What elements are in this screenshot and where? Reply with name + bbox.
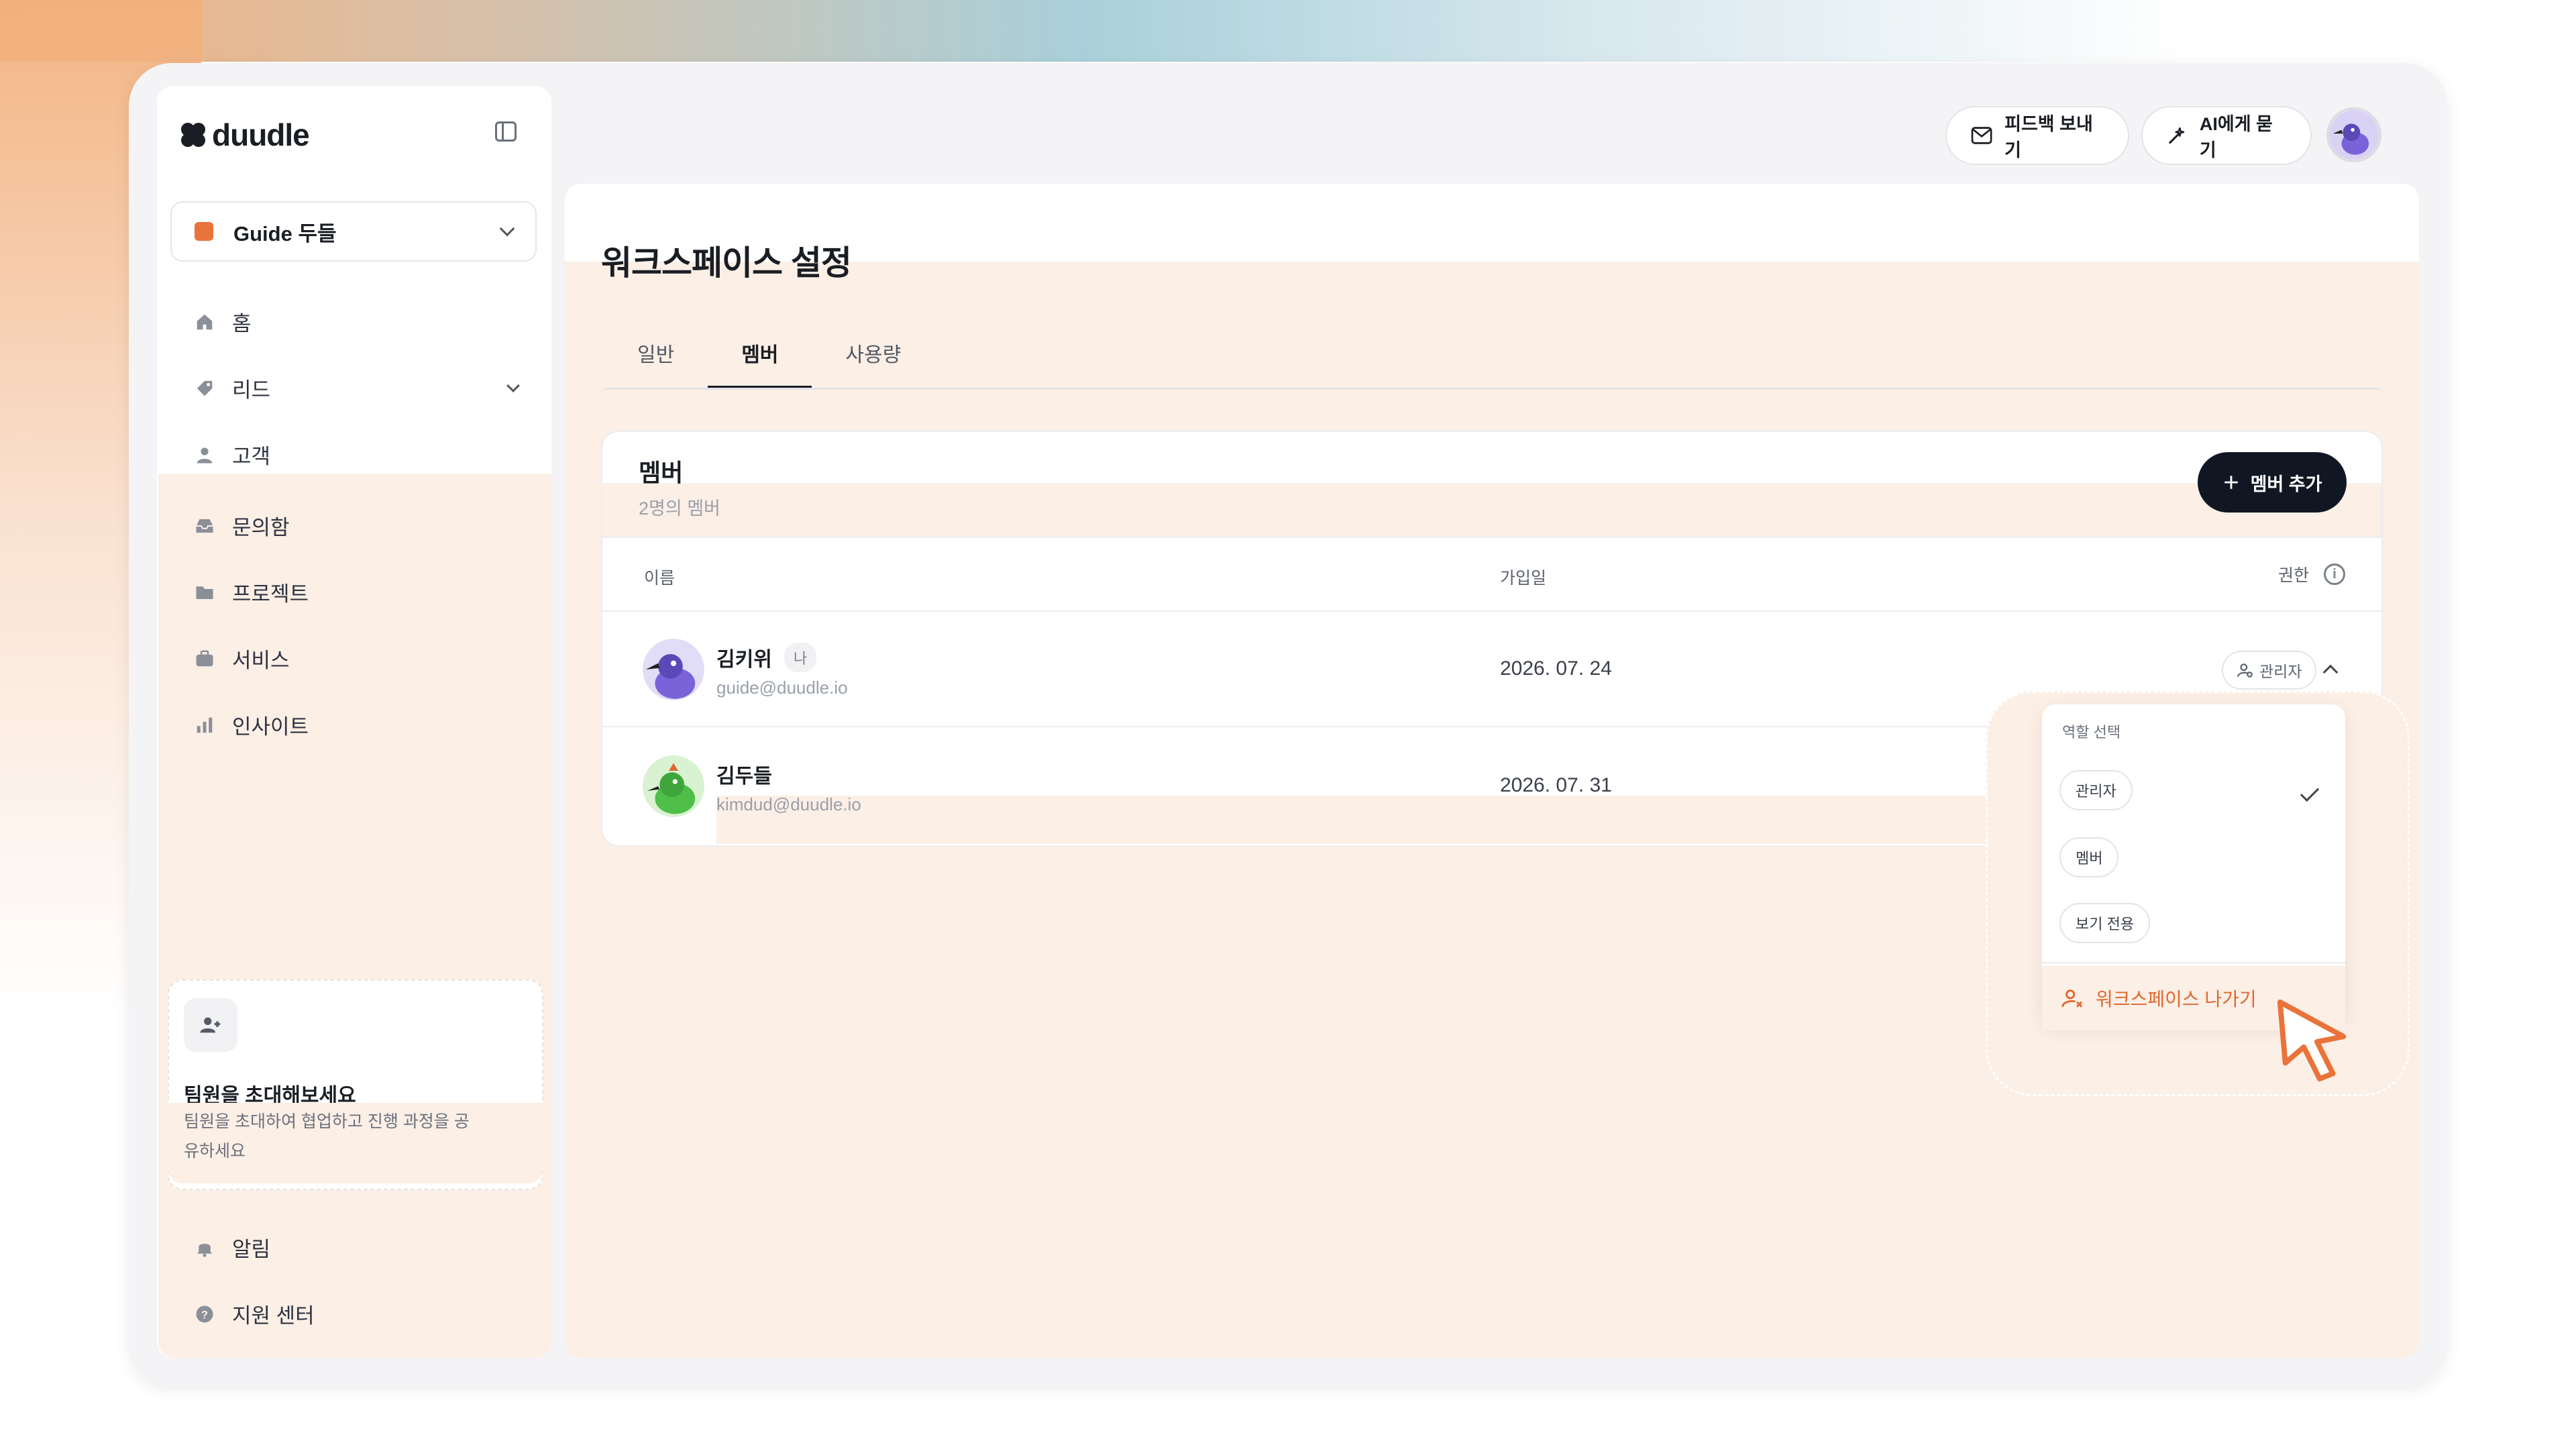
member-name-text: 김두들 xyxy=(716,765,772,788)
inbox-icon xyxy=(196,519,213,533)
briefcase-icon xyxy=(196,650,213,666)
chevron-up-icon[interactable] xyxy=(2322,664,2339,680)
member-name: 김두들 xyxy=(716,759,772,789)
plus-icon xyxy=(2224,476,2238,489)
tab-general[interactable]: 일반 xyxy=(604,327,708,388)
role-select[interactable]: 관리자 xyxy=(2222,651,2317,690)
sidebar-item-home[interactable]: 홈 xyxy=(170,288,538,355)
feedback-button[interactable]: 피드백 보내기 xyxy=(1945,106,2129,165)
role-option-viewer[interactable]: 보기 전용 xyxy=(2059,903,2151,943)
logo-icon xyxy=(181,123,205,147)
role-option-member[interactable]: 멤버 xyxy=(2059,837,2119,877)
help-icon: ? xyxy=(196,1305,213,1322)
workspace-label: Guide 두들 xyxy=(233,221,337,246)
column-name: 이름 xyxy=(644,569,676,588)
invite-description-overlay: 팀원을 초대하여 협업하고 진행 과정을 공유하세요 xyxy=(184,1112,470,1161)
logo[interactable]: duudle xyxy=(181,117,310,153)
sidebar-item-label: 서비스 xyxy=(232,649,290,672)
dino-avatar-icon xyxy=(643,755,704,817)
page-title: 워크스페이스 설정 xyxy=(601,244,852,282)
person-icon xyxy=(197,447,213,463)
sidebar-item-label: 홈 xyxy=(232,312,252,335)
avatar xyxy=(643,639,704,700)
sidebar-item-label: 리드 xyxy=(232,378,271,402)
sidebar-collapse-icon[interactable] xyxy=(492,118,519,145)
member-joined-date: 2026. 07. 24 xyxy=(1500,657,1612,680)
leave-workspace-label: 워크스페이스 나가기 xyxy=(2096,989,2257,1010)
workspace-color-icon xyxy=(195,222,213,241)
members-count: 2명의 멤버 xyxy=(639,498,720,519)
sidebar-item-leads[interactable]: 리드 xyxy=(170,355,538,421)
column-permission: 권한 i xyxy=(2278,562,2346,586)
sidebar-item-support[interactable]: ? 지원 센터 xyxy=(170,1281,538,1347)
avatar xyxy=(643,755,704,817)
sidebar-item-label: 인사이트 xyxy=(232,715,309,739)
bell-icon xyxy=(197,1243,213,1257)
member-name: 김키위 나 xyxy=(716,643,817,672)
chevron-down-icon[interactable] xyxy=(506,378,520,392)
person-icon xyxy=(2237,663,2253,678)
chevron-down-icon xyxy=(499,221,515,237)
mail-icon xyxy=(1971,127,1992,144)
role-option-admin[interactable]: 관리자 xyxy=(2059,770,2133,810)
settings-tabs: 일반 멤버 사용량 xyxy=(604,327,934,389)
sidebar-item-label: 프로젝트 xyxy=(232,582,309,606)
member-joined-date: 2026. 07. 31 xyxy=(1500,774,1612,796)
info-icon[interactable]: i xyxy=(2324,564,2346,585)
tab-members[interactable]: 멤버 xyxy=(708,327,812,389)
members-table-header: 이름 가입일 권한 i xyxy=(602,537,2381,612)
check-icon xyxy=(2300,782,2320,802)
me-badge: 나 xyxy=(784,643,817,672)
dropdown-divider xyxy=(2042,962,2345,963)
ask-ai-button[interactable]: AI에게 묻기 xyxy=(2141,106,2312,165)
tag-icon xyxy=(197,380,213,396)
add-member-label: 멤버 추가 xyxy=(2250,474,2322,494)
member-email: kimdud@duudle.io xyxy=(716,794,861,814)
row-highlight xyxy=(716,796,2089,844)
mouse-pointer-icon xyxy=(2277,999,2347,1082)
bar-chart-icon xyxy=(197,717,213,733)
column-joined: 가입일 xyxy=(1500,569,1547,588)
sidebar-item-label: 알림 xyxy=(232,1238,271,1261)
background-gradient-top xyxy=(0,0,2576,62)
feedback-label: 피드백 보내기 xyxy=(2004,114,2093,160)
sidebar-item-label: 문의함 xyxy=(232,516,290,539)
kiwi-avatar-icon xyxy=(2329,110,2379,160)
ask-ai-label: AI에게 묻기 xyxy=(2199,114,2273,160)
sidebar-item-projects[interactable]: 프로젝트 xyxy=(170,559,538,625)
leave-workspace-button[interactable]: 워크스페이스 나가기 xyxy=(2061,985,2257,1012)
user-avatar[interactable] xyxy=(2326,107,2381,162)
column-permission-label: 권한 xyxy=(2278,566,2310,585)
sidebar-item-inbox[interactable]: 문의함 xyxy=(170,492,538,559)
members-card-title: 멤버 xyxy=(639,459,684,486)
sidebar-item-services[interactable]: 서비스 xyxy=(170,625,538,692)
home-icon xyxy=(197,314,213,329)
sidebar-item-label: 고객 xyxy=(232,445,271,468)
role-label: 관리자 xyxy=(2259,663,2302,680)
tabs-divider xyxy=(604,388,2380,390)
kiwi-avatar-icon xyxy=(643,639,704,700)
member-name-text: 김키위 xyxy=(716,649,772,671)
dropdown-header: 역할 선택 xyxy=(2062,724,2121,741)
member-email: guide@duudle.io xyxy=(716,678,848,698)
svg-text:?: ? xyxy=(201,1309,208,1321)
sidebar-item-notifications[interactable]: 알림 xyxy=(170,1214,538,1281)
sidebar-bottom-nav: 알림 ? 지원 센터 xyxy=(170,1214,538,1347)
tab-usage[interactable]: 사용량 xyxy=(812,327,934,388)
add-member-button[interactable]: 멤버 추가 xyxy=(2198,452,2347,513)
sidebar-nav-lower: 문의함 프로젝트 서비스 인사이트 xyxy=(170,492,538,758)
magic-wand-icon xyxy=(2168,127,2184,144)
folder-icon xyxy=(196,586,213,599)
card-header-highlight xyxy=(602,483,2381,538)
sidebar-item-insights[interactable]: 인사이트 xyxy=(170,692,538,758)
workspace-selector[interactable]: Guide 두들 xyxy=(170,201,537,262)
logo-text: duudle xyxy=(212,117,310,152)
person-remove-icon xyxy=(2061,989,2083,1008)
add-person-icon xyxy=(184,998,237,1052)
sidebar-item-label: 지원 센터 xyxy=(232,1304,315,1328)
